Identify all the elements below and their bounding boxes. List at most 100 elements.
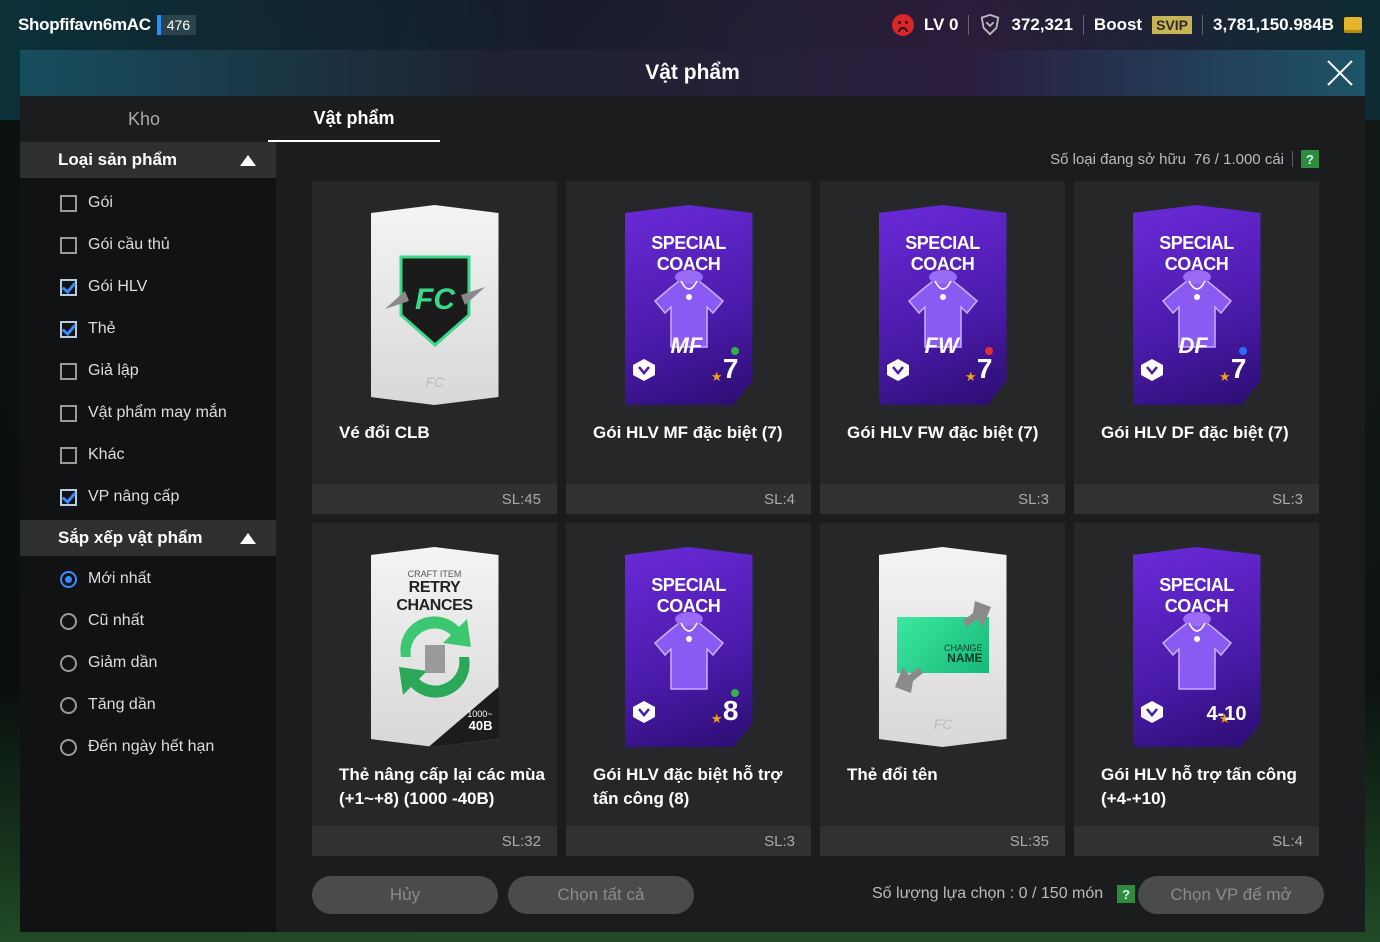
club-shield-icon: FC FC [384, 255, 485, 390]
item-card[interactable]: SPECIAL COACH MF ★ 7 Gói HLV MF đặc biệt (7)… [566, 181, 811, 514]
item-quantity: SL:45 [312, 484, 557, 514]
star-icon: ★ [710, 369, 723, 384]
checkbox[interactable] [60, 488, 77, 506]
tab-bar: Kho Vật phẩm [20, 96, 440, 142]
item-card[interactable]: SPECIAL COACH ★ 4-10 Gói HLV hỗ trợ tấn côn… [1074, 523, 1319, 856]
position-badge-icon [1140, 701, 1163, 723]
filter-option[interactable]: Thẻ [20, 308, 276, 350]
filter-option[interactable]: Gói HLV [20, 266, 276, 308]
sort-section-header[interactable]: Sắp xếp vật phẩm [20, 520, 276, 556]
shield-icon [981, 14, 1000, 36]
sort-option-label: Tăng dần [88, 696, 156, 713]
item-card[interactable]: CRAFT ITEM RETRY CHANCES 1000~ 40B Thẻ nâng … [312, 523, 557, 856]
owned-label: Số loại đang sở hữu [1050, 150, 1186, 168]
filter-list: Gói Gói cầu thủ Gói HLV Thẻ Giả lập Vật phẩm … [20, 178, 276, 518]
user-level-chip: 476 [156, 15, 197, 35]
sort-option[interactable]: Cũ nhất [20, 600, 276, 642]
item-quantity: SL:35 [820, 826, 1065, 856]
filter-option-label: Thẻ [88, 320, 116, 337]
select-all-button[interactable]: Chọn tất cả [508, 876, 694, 914]
checkbox[interactable] [60, 320, 77, 338]
checkbox[interactable] [60, 446, 77, 464]
item-card[interactable]: SPECIAL COACH DF ★ 7 Gói HLV DF đặc biệt (7)… [1074, 181, 1319, 514]
item-grid: FC FC Vé đổi CLB SL:45 SPECIAL COACH MF ★ 7 Gói … [312, 181, 1322, 856]
level-label: 7 [1230, 353, 1247, 384]
checkbox[interactable] [60, 236, 77, 254]
filter-option[interactable]: Vật phẩm may mắn [20, 392, 276, 434]
item-name: Gói HLV hỗ trợ tấn công (+4-+10) [1101, 765, 1297, 808]
position-badge-icon [886, 359, 909, 381]
item-quantity: SL:3 [1074, 484, 1319, 514]
star-icon: ★ [1218, 369, 1231, 384]
checkbox[interactable] [60, 278, 77, 296]
radio-button[interactable] [60, 738, 77, 756]
position-badge-icon [632, 701, 655, 723]
divider [1082, 15, 1084, 35]
item-name: Thẻ nâng cấp lại các mùa (+1~+8) (1000 -… [339, 765, 545, 808]
filter-option-label: Khác [88, 446, 125, 463]
svg-text:FC: FC [933, 716, 953, 732]
item-card[interactable]: FC FC Vé đổi CLB SL:45 [312, 181, 557, 514]
boost-label: Boost [1093, 15, 1143, 34]
sort-option[interactable]: Tăng dần [20, 684, 276, 726]
filter-option-label: VP nâng cấp [88, 488, 180, 505]
radio-button[interactable] [60, 612, 77, 630]
coach-pack-art: SPECIAL COACH ★ 4-10 [1132, 547, 1261, 747]
close-icon[interactable] [1323, 56, 1357, 90]
radio-button[interactable] [60, 570, 77, 588]
radio-button[interactable] [60, 696, 77, 714]
selection-count: Số lượng lựa chọn : 0 / 150 món ? [872, 885, 1136, 903]
level-label: 8 [722, 695, 739, 726]
sort-option[interactable]: Mới nhất [20, 558, 276, 600]
checkbox[interactable] [60, 404, 77, 422]
top-status-bar: Shopfifavn6mAC 476 LV 0 372,321 Boost SV… [0, 0, 1380, 50]
item-name: Gói HLV đặc biệt hỗ trợ tấn công (8) [593, 765, 783, 808]
filter-option[interactable]: Khác [20, 434, 276, 476]
tab-vat-pham[interactable]: Vật phẩm [268, 96, 440, 142]
item-card[interactable]: SPECIAL COACH ★ 8 Gói HLV đặc biệt hỗ trợ t… [566, 523, 811, 856]
club-ticket-art: FC FC [370, 205, 499, 405]
username: Shopfifavn6mAC [18, 15, 151, 34]
checkbox[interactable] [60, 362, 77, 380]
help-icon[interactable]: ? [1301, 150, 1319, 168]
filter-option[interactable]: Gói [20, 182, 276, 224]
filter-option[interactable]: Giả lập [20, 350, 276, 392]
item-card[interactable]: CHANGE NAME FC Thẻ đổi tên SL:35 [820, 523, 1065, 856]
position-label: FW [924, 333, 959, 358]
coach-pack-art: SPECIAL COACH ★ 8 [624, 547, 753, 747]
help-icon[interactable]: ? [1117, 885, 1136, 903]
owned-count: Số loại đang sở hữu 76 / 1.000 cái ? [1050, 150, 1319, 168]
position-badge-icon [1140, 359, 1163, 381]
sort-option[interactable]: Đến ngày hết hạn [20, 726, 276, 768]
cancel-button[interactable]: Hủy [312, 876, 498, 914]
svip-badge: SVIP [1152, 16, 1192, 34]
sort-option[interactable]: Giảm dần [20, 642, 276, 684]
jersey-icon [653, 612, 724, 690]
position-label: DF [1178, 333, 1208, 358]
radio-button[interactable] [60, 654, 77, 672]
items-modal: Vật phẩm Kho Vật phẩm Loại sản phẩm Gói G… [20, 50, 1365, 932]
item-quantity: SL:32 [312, 826, 557, 856]
level-label: 4-10 [1206, 703, 1247, 725]
item-card[interactable]: SPECIAL COACH FW ★ 7 Gói HLV FW đặc biệt (7)… [820, 181, 1065, 514]
filter-option[interactable]: VP nâng cấp [20, 476, 276, 518]
item-quantity: SL:3 [820, 484, 1065, 514]
item-name: Gói HLV MF đặc biệt (7) [593, 423, 783, 442]
item-name: Thẻ đổi tên [847, 765, 938, 784]
coach-pack-art: SPECIAL COACH FW ★ 7 [878, 205, 1007, 405]
filter-option[interactable]: Gói cầu thủ [20, 224, 276, 266]
filter-section-header[interactable]: Loại sản phẩm [20, 142, 276, 178]
filter-option-label: Gói [88, 194, 113, 211]
tab-kho[interactable]: Kho [58, 96, 230, 142]
open-items-button[interactable]: Chọn VP để mở [1138, 876, 1324, 914]
sort-section-title: Sắp xếp vật phẩm [58, 528, 203, 547]
owned-value: 76 / 1.000 cái [1193, 150, 1284, 168]
divider [1292, 151, 1293, 167]
position-badge-icon [632, 359, 655, 381]
sort-option-label: Đến ngày hết hạn [88, 738, 215, 755]
selection-count-text: Số lượng lựa chọn : 0 / 150 món [872, 885, 1104, 902]
checkbox[interactable] [60, 194, 77, 212]
collapse-arrow-icon [240, 532, 256, 544]
sort-option-label: Giảm dần [88, 654, 158, 671]
svg-text:FC: FC [415, 283, 456, 316]
